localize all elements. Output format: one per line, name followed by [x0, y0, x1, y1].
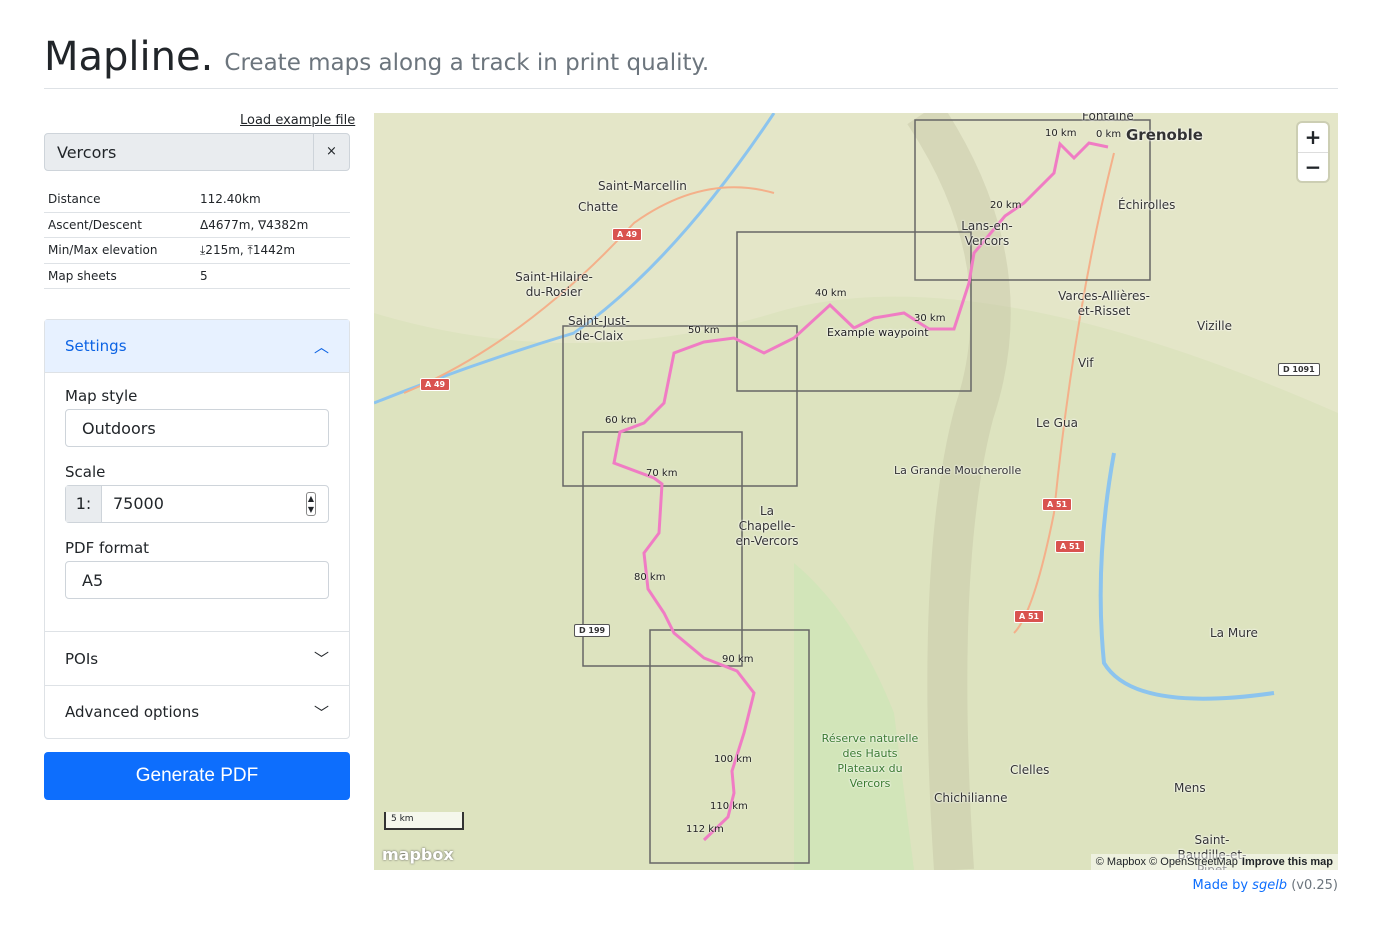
- zoom-control: + −: [1298, 123, 1328, 181]
- pdf-format-label: PDF format: [65, 539, 150, 557]
- place-label: La Mure: [1210, 626, 1258, 640]
- waypoint-label[interactable]: Example waypoint: [827, 325, 929, 340]
- place-label: Saint-Hilaire-du-Rosier: [515, 270, 593, 299]
- km-marker: 10 km: [1045, 128, 1077, 139]
- app-subtitle: Create maps along a track in print quali…: [224, 50, 710, 76]
- pois-title: POIs: [65, 649, 99, 668]
- settings-header[interactable]: Settings ︿: [45, 320, 349, 373]
- advanced-title: Advanced options: [65, 703, 200, 721]
- place-label: Saint-Just-de-Claix: [567, 314, 631, 343]
- scale-bar: 5 km: [384, 812, 464, 830]
- attribution-text[interactable]: © Mapbox © OpenStreetMap: [1096, 856, 1238, 868]
- stat-value: ⤓215m, ⤒1442m: [196, 237, 350, 264]
- place-label: Mens: [1174, 781, 1206, 795]
- generate-pdf-button[interactable]: Generate PDF: [44, 752, 350, 800]
- place-label: Fontaine: [1082, 113, 1134, 123]
- place-label: Le Gua: [1036, 416, 1078, 430]
- km-marker: 60 km: [605, 415, 637, 426]
- road-badge: D 199: [574, 624, 611, 637]
- spinner-icon[interactable]: ▲ ▼: [305, 492, 316, 516]
- km-marker: 90 km: [722, 654, 754, 665]
- road-badge: A 51: [1014, 610, 1045, 623]
- track-stats: Distance 112.40km Ascent/Descent Δ4677m, ∇…: [44, 187, 350, 289]
- stat-label: Map sheets: [44, 263, 196, 289]
- km-marker: 40 km: [815, 288, 847, 299]
- km-marker: 112 km: [686, 824, 724, 835]
- chevron-down-icon: ﹀: [313, 703, 329, 722]
- road-badge: A 49: [420, 378, 451, 391]
- made-by-link[interactable]: Made by sgelb: [1193, 878, 1288, 893]
- scale-label: Scale: [65, 463, 106, 481]
- place-label: Vizille: [1197, 319, 1232, 333]
- pois-header[interactable]: POIs ﹀: [45, 632, 349, 685]
- chevron-up-icon: ︿: [313, 337, 329, 356]
- road-badge: A 51: [1055, 540, 1086, 553]
- place-label: Échirolles: [1118, 198, 1176, 212]
- advanced-options-header[interactable]: Advanced options ﹀: [45, 685, 349, 738]
- km-marker: 30 km: [914, 313, 946, 324]
- stat-value: 5: [196, 263, 350, 289]
- page-header: Mapline. Create maps along a track in pr…: [44, 34, 1338, 89]
- scale-input-group: 1: 75000 ▲ ▼: [65, 485, 329, 523]
- pdf-format-select[interactable]: A5: [65, 561, 329, 599]
- zoom-in-button[interactable]: +: [1298, 123, 1328, 152]
- made-by-text: Made by: [1192, 878, 1253, 893]
- map-style-label: Map style: [65, 387, 138, 405]
- author: sgelb: [1252, 878, 1288, 893]
- improve-map-link[interactable]: Improve this map: [1242, 856, 1333, 868]
- place-label: Grenoble: [1126, 126, 1203, 144]
- road-badge: D 1091: [1278, 363, 1320, 376]
- peak-label: La Grande Moucherolle: [894, 464, 1022, 477]
- km-marker: 100 km: [714, 754, 752, 765]
- km-marker: 20 km: [990, 200, 1022, 211]
- table-row: Min/Max elevation ⤓215m, ⤒1442m: [44, 237, 350, 264]
- km-marker: 70 km: [646, 468, 678, 479]
- table-row: Distance 112.40km: [44, 187, 350, 213]
- km-marker: 110 km: [710, 801, 748, 812]
- stat-value: 112.40km: [196, 187, 350, 213]
- file-name: Vercors: [57, 143, 117, 162]
- map[interactable]: A 49 A 49 A 51 A 51 A 51 D 1091 D 199 Fo…: [374, 113, 1338, 870]
- scale-value: 75000: [113, 494, 164, 513]
- settings-body: Map style Outdoors Scale 1: 75000 ▲ ▼ PDF …: [45, 373, 349, 632]
- place-label: Chatte: [578, 200, 619, 214]
- place-label: Clelles: [1010, 763, 1050, 777]
- stat-label: Ascent/Descent: [44, 212, 196, 238]
- file-input[interactable]: Vercors ×: [44, 133, 350, 171]
- place-label: Chichilianne: [934, 791, 1008, 805]
- reserve-label: Réserve naturelle des Hauts Plateaux du …: [821, 732, 919, 790]
- road-badge: A 51: [1042, 498, 1073, 511]
- settings-title: Settings: [65, 337, 127, 355]
- stat-label: Distance: [44, 187, 196, 213]
- place-label: La Chapelle-en-Vercors: [735, 504, 799, 548]
- stat-label: Min/Max elevation: [44, 237, 196, 264]
- table-row: Map sheets 5: [44, 263, 350, 289]
- km-marker: 50 km: [688, 325, 720, 336]
- scale-prefix: 1:: [66, 486, 102, 522]
- km-marker: 0 km: [1096, 129, 1122, 140]
- footer: Made by sgelb (v0.25): [1193, 878, 1338, 893]
- mapbox-logo[interactable]: mapbox: [382, 845, 454, 864]
- map-attribution: © Mapbox © OpenStreetMap Improve this map: [1090, 854, 1338, 870]
- load-example-link[interactable]: Load example file: [240, 113, 355, 128]
- map-style-select[interactable]: Outdoors: [65, 409, 329, 447]
- stat-value: Δ4677m, ∇4382m: [196, 212, 350, 238]
- place-label: Lans-en-Vercors: [961, 219, 1013, 248]
- road-badge: A 49: [612, 228, 643, 241]
- table-row: Ascent/Descent Δ4677m, ∇4382m: [44, 212, 350, 238]
- version: (v0.25): [1291, 878, 1338, 893]
- km-marker: 80 km: [634, 572, 666, 583]
- scale-input[interactable]: 75000 ▲ ▼: [102, 486, 328, 522]
- place-label: Varces-Allières-et-Risset: [1058, 289, 1150, 318]
- clear-file-button[interactable]: ×: [313, 134, 349, 170]
- chevron-down-icon: ﹀: [313, 650, 329, 668]
- place-label: Saint-Marcellin: [598, 179, 687, 193]
- zoom-out-button[interactable]: −: [1298, 152, 1328, 181]
- options-accordion: Settings ︿ Map style Outdoors Scale 1: 75…: [44, 319, 350, 739]
- place-label: Vif: [1078, 356, 1094, 370]
- app-title: Mapline.: [44, 34, 214, 80]
